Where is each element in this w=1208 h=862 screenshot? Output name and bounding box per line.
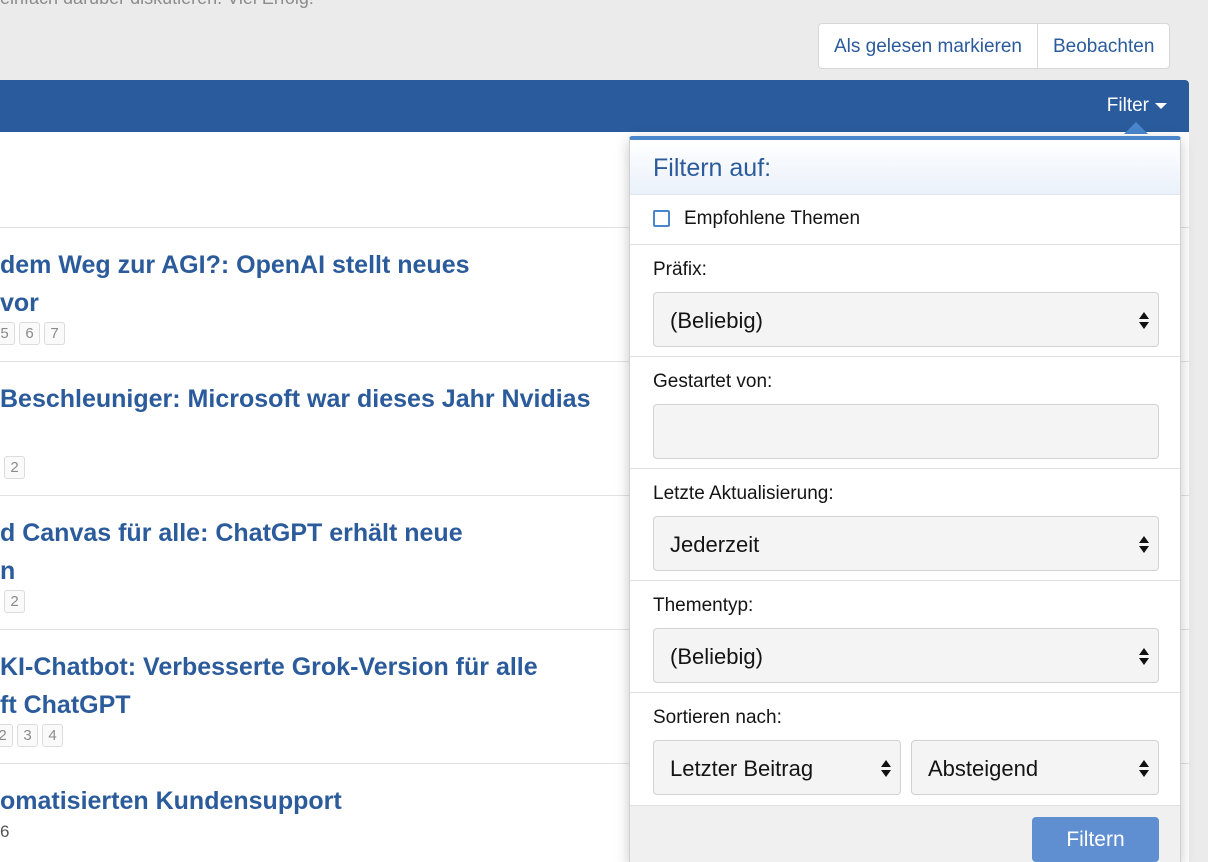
last-update-select-value: Jederzeit (670, 532, 760, 557)
forum-description: einfach darüber diskutieren. Viel Erfolg… (0, 0, 314, 9)
last-update-label: Letzte Aktualisierung: (653, 483, 834, 504)
filter-toggle-label: Filter (1106, 95, 1149, 116)
thread-title-line: vor (0, 289, 39, 317)
thread-title-link[interactable]: KI-Chatbot: Verbesserte Grok-Version für… (0, 648, 620, 724)
sort-filter-section: Sortieren nach: Letzter Beitrag Absteige… (630, 692, 1180, 805)
page-link[interactable]: 4 (42, 724, 63, 747)
page-link[interactable]: 3 (17, 724, 38, 747)
thread-type-select[interactable]: (Beliebig) (653, 628, 1159, 683)
select-arrows-icon (1139, 310, 1149, 332)
thread-title-line: ft ChatGPT (0, 691, 131, 719)
sort-direction-select-value: Absteigend (928, 756, 1039, 781)
thread-title-link[interactable]: dem Weg zur AGI?: OpenAI stellt neues vo… (0, 246, 620, 322)
sort-by-select[interactable]: Letzter Beitrag (653, 740, 901, 795)
page-link[interactable]: 2 (4, 590, 25, 613)
thread-title-line: omatisierten Kundensupport (0, 787, 342, 815)
filter-menu: Filtern auf: Empfohlene Themen Präfix: (… (629, 136, 1181, 862)
thread-list-header-bar: Filter (0, 80, 1189, 132)
started-by-input[interactable] (653, 404, 1159, 459)
thread-meta: 6 (0, 822, 10, 841)
page-jump-links: 2 (4, 456, 25, 479)
page-link[interactable]: 6 (19, 322, 40, 345)
filter-menu-header: Filtern auf: (630, 140, 1180, 195)
forum-action-buttons: Als gelesen markieren Beobachten (818, 23, 1171, 69)
prefix-select-value: (Beliebig) (670, 308, 763, 333)
page-jump-links: 2 3 4 (0, 724, 63, 747)
caret-down-icon (1155, 102, 1167, 109)
thread-title-link[interactable]: d Canvas für alle: ChatGPT erhält neue n (0, 514, 620, 590)
started-by-label: Gestartet von: (653, 371, 773, 392)
mark-read-button[interactable]: Als gelesen markieren (819, 24, 1037, 68)
page-link[interactable]: 2 (0, 724, 13, 747)
sort-label: Sortieren nach: (653, 707, 782, 728)
menu-pointer (1124, 122, 1148, 134)
filter-toggle-button[interactable]: Filter (1107, 95, 1167, 117)
sort-by-select-value: Letzter Beitrag (670, 756, 814, 781)
featured-label[interactable]: Empfohlene Themen (684, 208, 860, 230)
prefix-label: Präfix: (653, 259, 707, 280)
select-arrows-icon (881, 758, 891, 780)
page-jump-links: 5 6 7 (0, 322, 65, 345)
thread-title-link[interactable]: omatisierten Kundensupport (0, 782, 620, 820)
thread-type-select-value: (Beliebig) (670, 644, 763, 669)
watch-button[interactable]: Beobachten (1036, 24, 1169, 68)
thread-title-line: n (0, 557, 16, 585)
page-link[interactable]: 5 (0, 322, 15, 345)
page-link[interactable]: 2 (4, 456, 25, 479)
thread-title-line: d Canvas für alle: ChatGPT erhält neue (0, 519, 463, 547)
thread-title-line: Beschleuniger: Microsoft war dieses Jahr… (0, 385, 591, 413)
prefix-select[interactable]: (Beliebig) (653, 292, 1159, 347)
page-link[interactable]: 7 (44, 322, 65, 345)
started-by-filter-section: Gestartet von: (630, 356, 1180, 468)
thread-title-line: KI-Chatbot: Verbesserte Grok-Version für… (0, 653, 538, 681)
select-arrows-icon (1139, 758, 1149, 780)
page-jump-links: 2 (4, 590, 25, 613)
select-arrows-icon (1139, 534, 1149, 556)
filter-submit-button[interactable]: Filtern (1032, 817, 1159, 862)
prefix-filter-section: Präfix: (Beliebig) (630, 244, 1180, 356)
sort-direction-select[interactable]: Absteigend (911, 740, 1159, 795)
featured-filter-row[interactable]: Empfohlene Themen (630, 195, 1180, 244)
thread-type-filter-section: Thementyp: (Beliebig) (630, 580, 1180, 692)
thread-title-line: dem Weg zur AGI?: OpenAI stellt neues (0, 251, 470, 279)
thread-title-link[interactable]: Beschleuniger: Microsoft war dieses Jahr… (0, 380, 620, 418)
select-arrows-icon (1139, 646, 1149, 668)
thread-type-label: Thementyp: (653, 595, 754, 616)
filter-menu-footer: Filtern (630, 805, 1180, 862)
last-update-filter-section: Letzte Aktualisierung: Jederzeit (630, 468, 1180, 580)
featured-checkbox[interactable] (653, 210, 670, 227)
last-update-select[interactable]: Jederzeit (653, 516, 1159, 571)
